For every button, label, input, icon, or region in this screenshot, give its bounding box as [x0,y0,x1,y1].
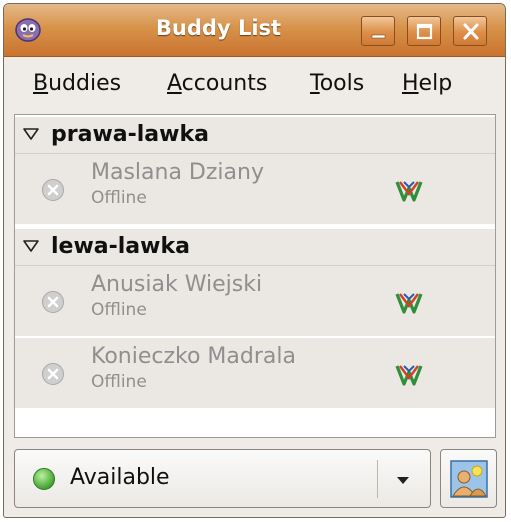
menu-tools[interactable]: Tools [310,71,364,96]
combo-divider [377,460,378,498]
menu-accounts[interactable]: Accounts [167,71,267,96]
buddy-icon-button[interactable] [440,449,497,508]
buddy-list-window: Buddy List Buddies Accounts Tools Help p… [3,3,506,518]
gadu-gadu-icon [395,365,423,386]
status-selector[interactable]: Available [14,449,431,508]
gadu-gadu-icon [395,181,423,202]
buddy-status-text: Offline [91,188,147,208]
minimize-icon [371,34,386,39]
expander-icon[interactable] [22,237,40,255]
offline-status-icon [42,291,64,313]
chevron-down-icon[interactable] [395,474,411,486]
expander-icon[interactable] [22,125,40,143]
buddy-tree[interactable]: prawa-lawka Maslana Dziany Offline lewa-… [14,114,496,438]
menu-help[interactable]: Help [402,71,452,96]
buddy-name: Anusiak Wiejski [91,272,263,297]
buddy-name: Konieczko Madrala [91,344,296,369]
maximize-button[interactable] [407,16,441,46]
menu-bar: Buddies Accounts Tools Help [4,57,505,109]
close-button[interactable] [453,16,487,46]
title-bar[interactable]: Buddy List [4,4,505,57]
buddy-row[interactable]: Konieczko Madrala Offline [15,338,495,408]
minimize-button[interactable] [361,16,395,46]
buddy-status-text: Offline [91,300,147,320]
group-row-lewa-lawka[interactable]: lewa-lawka [15,229,495,265]
maximize-icon [416,23,433,40]
group-label: lewa-lawka [51,234,190,259]
buddy-row[interactable]: Anusiak Wiejski Offline [15,266,495,336]
status-value: Available [70,465,170,490]
buddy-icon [450,460,488,498]
offline-status-icon [42,179,64,201]
gadu-gadu-icon [395,293,423,314]
available-status-icon [33,468,55,490]
buddy-row[interactable]: Maslana Dziany Offline [15,154,495,224]
close-icon [463,23,479,40]
offline-status-icon [42,363,64,385]
group-row-prawa-lawka[interactable]: prawa-lawka [15,117,495,153]
buddy-name: Maslana Dziany [91,160,264,185]
status-bar: Available [14,449,431,508]
buddy-status-text: Offline [91,372,147,392]
group-label: prawa-lawka [51,122,209,147]
menu-buddies[interactable]: Buddies [33,71,121,96]
